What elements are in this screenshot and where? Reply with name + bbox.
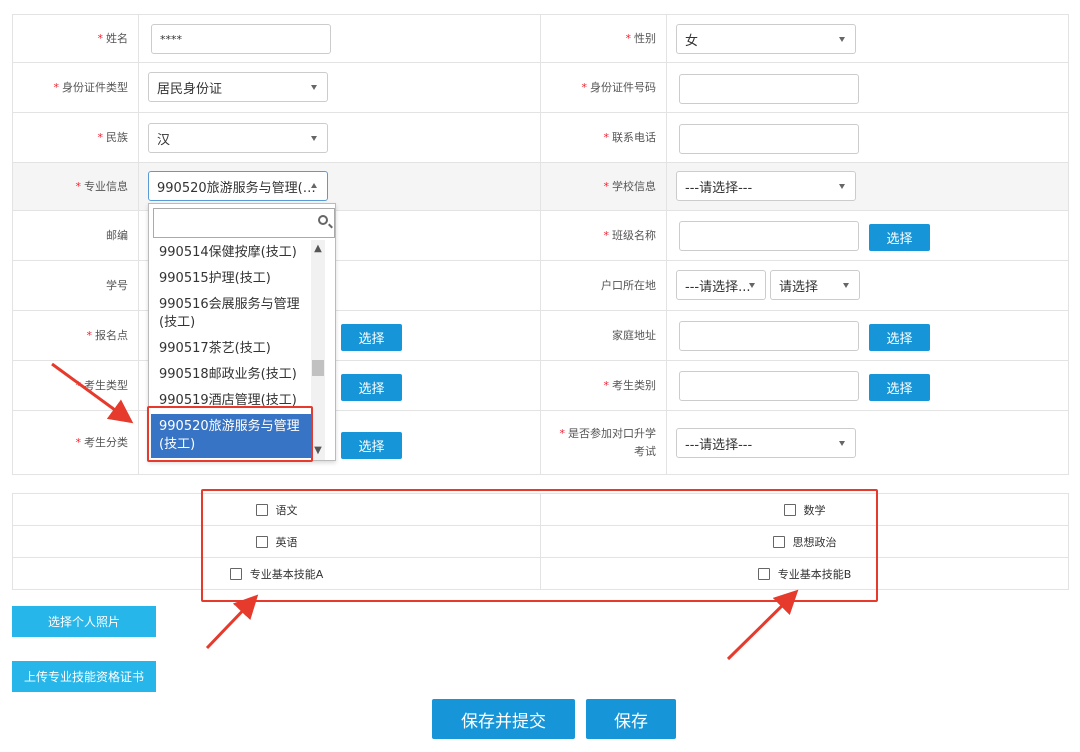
- subject-cell: 专业基本技能A: [13, 558, 541, 589]
- phone-input[interactable]: [679, 124, 859, 154]
- ethnicity-select[interactable]: 汉: [148, 123, 328, 153]
- scroll-thumb[interactable]: [312, 360, 324, 376]
- name-label: * 姓名: [13, 15, 139, 62]
- student-no-label: 学号: [13, 261, 139, 310]
- subject-cell: 语文: [13, 494, 541, 525]
- home-address-select-button[interactable]: 选择: [869, 324, 930, 351]
- subject-checkbox[interactable]: [229, 567, 242, 580]
- id-type-cell: 居民身份证: [139, 63, 541, 112]
- form-row: * 姓名 **** * 性别 女: [13, 15, 1069, 63]
- exam-join-cell: ---请选择---: [667, 411, 1069, 474]
- home-address-cell: 选择: [667, 311, 1069, 360]
- class-name-select-button[interactable]: 选择: [869, 224, 930, 251]
- dropdown-scrollbar[interactable]: ▲ ▼: [311, 240, 325, 460]
- candidate-class-label: * 考生分类: [13, 411, 139, 474]
- home-address-label: 家庭地址: [541, 311, 667, 360]
- form-row: * 身份证件类型 居民身份证 * 身份证件号码: [13, 63, 1069, 113]
- home-address-input[interactable]: [679, 321, 859, 351]
- subject-checkbox[interactable]: [772, 535, 785, 548]
- ethnicity-cell: 汉: [139, 113, 541, 162]
- ethnicity-label: * 民族: [13, 113, 139, 162]
- phone-label: * 联系电话: [541, 113, 667, 162]
- dropdown-search-input[interactable]: [153, 208, 335, 238]
- search-icon: [318, 215, 328, 225]
- subject-checkbox[interactable]: [255, 503, 268, 516]
- school-cell: ---请选择---: [667, 163, 1069, 210]
- major-label: * 专业信息: [13, 163, 139, 210]
- subject-checkbox[interactable]: [757, 567, 770, 580]
- enroll-site-select-button[interactable]: 选择: [341, 324, 402, 351]
- exam-join-label: * 是否参加对口升学考试: [541, 411, 667, 474]
- subject-cell: 专业基本技能B: [541, 558, 1069, 589]
- select-photo-button[interactable]: 选择个人照片: [12, 606, 156, 637]
- subject-label: 数学: [803, 503, 826, 517]
- name-input[interactable]: ****: [151, 24, 331, 54]
- subjects-table: 语文 数学英语 思想政治专业基本技能A 专业基本技能B: [12, 493, 1069, 590]
- subject-label: 英语: [275, 535, 298, 549]
- postcode-label: 邮编: [13, 211, 139, 260]
- dropdown-options: 990514保健按摩(技工) 990515护理(技工) 990516会展服务与管理(…: [151, 240, 311, 458]
- school-select[interactable]: ---请选择---: [676, 171, 856, 201]
- dropdown-option[interactable]: 990515护理(技工): [151, 266, 311, 292]
- subject-cell: 数学: [541, 494, 1069, 525]
- hukou-label: 户口所在地: [541, 261, 667, 310]
- subject-row: 英语 思想政治: [13, 526, 1069, 558]
- subject-label: 思想政治: [792, 535, 837, 549]
- gender-cell: 女: [667, 15, 1069, 62]
- candidate-class-select-button[interactable]: 选择: [341, 432, 402, 459]
- save-submit-button[interactable]: 保存并提交: [432, 699, 575, 739]
- subject-cell: 思想政治: [541, 526, 1069, 557]
- dropdown-option[interactable]: 990518邮政业务(技工): [151, 362, 311, 388]
- candidate-category-cell: 选择: [667, 361, 1069, 410]
- dropdown-option[interactable]: 990514保健按摩(技工): [151, 240, 311, 266]
- school-label: * 学校信息: [541, 163, 667, 210]
- subject-label: 专业基本技能B: [777, 567, 852, 581]
- candidate-type-label: * 考生类型: [13, 361, 139, 410]
- candidate-category-select-button[interactable]: 选择: [869, 374, 930, 401]
- subject-checkbox[interactable]: [783, 503, 796, 516]
- class-name-label: * 班级名称: [541, 211, 667, 260]
- dropdown-option[interactable]: 990517茶艺(技工): [151, 336, 311, 362]
- exam-join-select[interactable]: ---请选择---: [676, 428, 856, 458]
- candidate-category-input[interactable]: [679, 371, 859, 401]
- subject-row: 语文 数学: [13, 494, 1069, 526]
- save-button[interactable]: 保存: [586, 699, 676, 739]
- enroll-site-label: * 报名点: [13, 311, 139, 360]
- hukou-cell: ---请选择... 请选择: [667, 261, 1069, 310]
- form-row: * 民族 汉 * 联系电话: [13, 113, 1069, 163]
- subject-label: 语文: [275, 503, 298, 517]
- arrow-annotation: [726, 589, 799, 661]
- candidate-category-label: * 考生类别: [541, 361, 667, 410]
- dropdown-option[interactable]: 990516会展服务与管理(技工): [151, 292, 311, 336]
- subject-row: 专业基本技能A 专业基本技能B: [13, 558, 1069, 590]
- upload-certificate-button[interactable]: 上传专业技能资格证书: [12, 661, 156, 692]
- id-number-label: * 身份证件号码: [541, 63, 667, 112]
- major-select[interactable]: 990520旅游服务与管理(…: [148, 171, 328, 201]
- id-number-cell: [667, 63, 1069, 112]
- scroll-down-icon[interactable]: ▼: [313, 446, 323, 456]
- class-name-cell: 选择: [667, 211, 1069, 260]
- hukou-city-select[interactable]: 请选择: [770, 270, 860, 300]
- major-dropdown: 990514保健按摩(技工) 990515护理(技工) 990516会展服务与管理(…: [148, 203, 336, 461]
- phone-cell: [667, 113, 1069, 162]
- hukou-province-select[interactable]: ---请选择...: [676, 270, 766, 300]
- dropdown-option[interactable]: 990520旅游服务与管理(技工): [151, 414, 311, 458]
- arrow-annotation: [205, 594, 259, 650]
- subject-label: 专业基本技能A: [249, 567, 324, 581]
- gender-select[interactable]: 女: [676, 24, 856, 54]
- name-cell: ****: [139, 15, 541, 62]
- dropdown-option[interactable]: 990519酒店管理(技工): [151, 388, 311, 414]
- id-type-select[interactable]: 居民身份证: [148, 72, 328, 102]
- scroll-up-icon[interactable]: ▲: [313, 244, 323, 254]
- subject-checkbox[interactable]: [255, 535, 268, 548]
- id-type-label: * 身份证件类型: [13, 63, 139, 112]
- id-number-input[interactable]: [679, 74, 859, 104]
- subject-cell: 英语: [13, 526, 541, 557]
- candidate-type-select-button[interactable]: 选择: [341, 374, 402, 401]
- class-name-input[interactable]: [679, 221, 859, 251]
- gender-label: * 性别: [541, 15, 667, 62]
